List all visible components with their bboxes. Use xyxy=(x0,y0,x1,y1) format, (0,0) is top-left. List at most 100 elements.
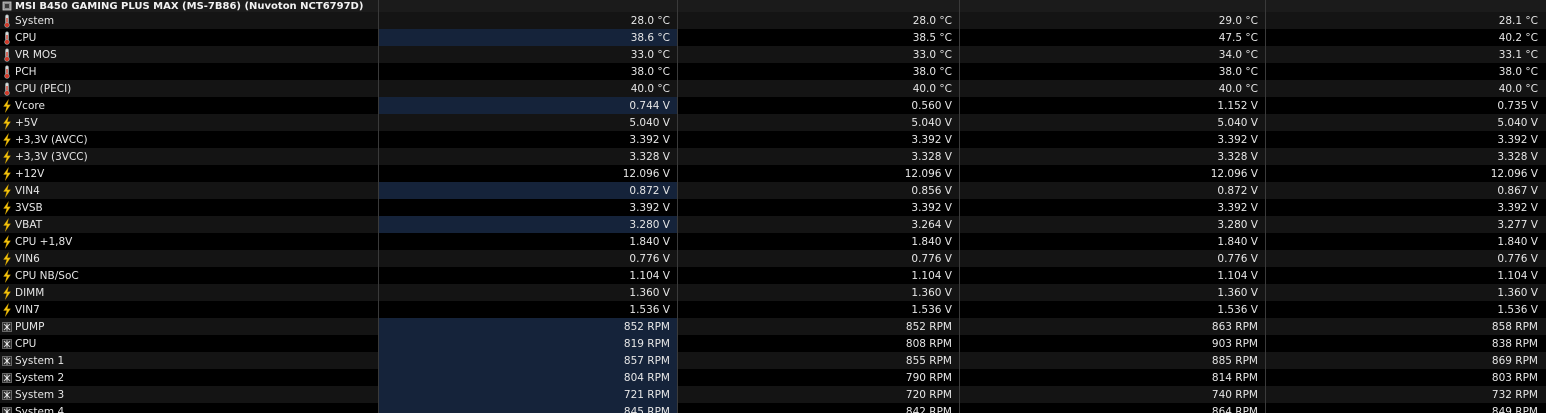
value-current: 852 RPM xyxy=(379,318,678,335)
sensor-name-cell: 3VSB xyxy=(0,199,379,216)
sensor-name-cell: DIMM xyxy=(0,284,379,301)
sensor-row[interactable]: CPU NB/SoC 1.104 V 1.104 V 1.104 V 1.104 V xyxy=(0,267,1546,284)
value-average: 732 RPM xyxy=(1491,388,1538,401)
value-maximum: 863 RPM xyxy=(960,318,1266,335)
value-minimum: 3.392 V xyxy=(678,131,960,148)
sensor-row[interactable]: VIN7 1.536 V 1.536 V 1.536 V 1.536 V xyxy=(0,301,1546,318)
sensor-row[interactable]: System 3 721 RPM 720 RPM 740 RPM 732 RPM xyxy=(0,386,1546,403)
sensor-row[interactable]: Vcore 0.744 V 0.560 V 1.152 V 0.735 V xyxy=(0,97,1546,114)
value-current: 1.840 V xyxy=(379,233,678,250)
sensor-label: VIN4 xyxy=(15,184,40,197)
lightning-icon xyxy=(2,166,12,181)
value-minimum: 0.856 V xyxy=(678,182,960,199)
sensor-row[interactable]: CPU 38.6 °C 38.5 °C 47.5 °C 40.2 °C xyxy=(0,29,1546,46)
value-maximum: 3.392 V xyxy=(960,199,1266,216)
fan-icon xyxy=(2,320,12,334)
value-maximum: 34.0 °C xyxy=(960,46,1266,63)
value-current: 3.280 V xyxy=(379,216,678,233)
value-maximum: 903 RPM xyxy=(960,335,1266,352)
value-minimum: 1.104 V xyxy=(678,267,960,284)
sensor-name-cell: CPU (PECI) xyxy=(0,80,379,97)
value-average: 0.735 V xyxy=(1497,99,1538,112)
sensor-name-cell: System xyxy=(0,12,379,29)
thermometer-icon xyxy=(2,14,12,28)
value-current: 845 RPM xyxy=(379,403,678,413)
value-maximum: 1.152 V xyxy=(960,97,1266,114)
sensor-row[interactable]: +3,3V (3VCC) 3.328 V 3.328 V 3.328 V 3.328 V xyxy=(0,148,1546,165)
thermometer-icon xyxy=(2,65,12,79)
sensor-row[interactable]: VBAT 3.280 V 3.264 V 3.280 V 3.277 V xyxy=(0,216,1546,233)
value-maximum: 5.040 V xyxy=(960,114,1266,131)
sensor-table: MSI B450 GAMING PLUS MAX (MS-7B86) (Nuvo… xyxy=(0,0,1546,413)
sensor-label: CPU NB/SoC xyxy=(15,269,79,282)
value-minimum: 1.840 V xyxy=(678,233,960,250)
sensor-row[interactable]: 3VSB 3.392 V 3.392 V 3.392 V 3.392 V xyxy=(0,199,1546,216)
sensor-row[interactable]: VIN4 0.872 V 0.856 V 0.872 V 0.867 V xyxy=(0,182,1546,199)
sensor-row[interactable]: CPU (PECI) 40.0 °C 40.0 °C 40.0 °C 40.0 °C xyxy=(0,80,1546,97)
lightning-icon xyxy=(2,217,12,232)
sensor-name-cell: VIN6 xyxy=(0,250,379,267)
sensor-row[interactable]: CPU 819 RPM 808 RPM 903 RPM 838 RPM xyxy=(0,335,1546,352)
chip-icon xyxy=(2,1,12,11)
sensor-name-cell: CPU NB/SoC xyxy=(0,267,379,284)
lightning-icon xyxy=(2,268,12,283)
value-current: 0.744 V xyxy=(379,97,678,114)
sensor-name-cell: +3,3V (3VCC) xyxy=(0,148,379,165)
sensor-name-cell: System 1 xyxy=(0,352,379,369)
value-maximum: 3.392 V xyxy=(960,131,1266,148)
value-minimum: 842 RPM xyxy=(678,403,960,413)
sensor-row[interactable]: +3,3V (AVCC) 3.392 V 3.392 V 3.392 V 3.392 V xyxy=(0,131,1546,148)
sensor-name-cell: VIN4 xyxy=(0,182,379,199)
value-average: 40.0 °C xyxy=(1498,82,1538,95)
device-header-row[interactable]: MSI B450 GAMING PLUS MAX (MS-7B86) (Nuvo… xyxy=(0,0,1546,12)
lightning-icon xyxy=(2,285,12,300)
sensor-row[interactable]: DIMM 1.360 V 1.360 V 1.360 V 1.360 V xyxy=(0,284,1546,301)
sensor-row[interactable]: System 28.0 °C 28.0 °C 29.0 °C 28.1 °C xyxy=(0,12,1546,29)
sensor-name-cell: VIN7 xyxy=(0,301,379,318)
value-current: 0.872 V xyxy=(379,182,678,199)
lightning-icon xyxy=(2,98,12,113)
sensor-label: 3VSB xyxy=(15,201,43,214)
header-col-4 xyxy=(1266,0,1546,12)
sensor-row[interactable]: +12V 12.096 V 12.096 V 12.096 V 12.096 V xyxy=(0,165,1546,182)
sensor-row[interactable]: PUMP 852 RPM 852 RPM 863 RPM 858 RPM xyxy=(0,318,1546,335)
sensor-row[interactable]: VIN6 0.776 V 0.776 V 0.776 V 0.776 V xyxy=(0,250,1546,267)
value-current: 3.328 V xyxy=(379,148,678,165)
sensor-name-cell: System 3 xyxy=(0,386,379,403)
value-maximum: 38.0 °C xyxy=(960,63,1266,80)
sensor-row[interactable]: System 4 845 RPM 842 RPM 864 RPM 849 RPM xyxy=(0,403,1546,413)
value-current: 1.360 V xyxy=(379,284,678,301)
sensor-row[interactable]: System 1 857 RPM 855 RPM 885 RPM 869 RPM xyxy=(0,352,1546,369)
sensor-row[interactable]: CPU +1,8V 1.840 V 1.840 V 1.840 V 1.840 V xyxy=(0,233,1546,250)
value-minimum: 3.328 V xyxy=(678,148,960,165)
thermometer-icon xyxy=(2,31,12,45)
lightning-icon xyxy=(2,115,12,130)
sensor-label: +5V xyxy=(15,116,38,129)
value-average: 12.096 V xyxy=(1490,167,1538,180)
value-maximum: 1.360 V xyxy=(960,284,1266,301)
sensor-label: VIN7 xyxy=(15,303,40,316)
value-minimum: 1.360 V xyxy=(678,284,960,301)
value-minimum: 3.392 V xyxy=(678,199,960,216)
value-current: 33.0 °C xyxy=(379,46,678,63)
value-average: 5.040 V xyxy=(1497,116,1538,129)
value-minimum: 38.0 °C xyxy=(678,63,960,80)
value-average: 849 RPM xyxy=(1491,405,1538,413)
sensor-name-cell: +5V xyxy=(0,114,379,131)
thermometer-icon xyxy=(2,48,12,62)
sensor-label: +12V xyxy=(15,167,45,180)
sensor-label: Vcore xyxy=(15,99,45,112)
sensor-row[interactable]: PCH 38.0 °C 38.0 °C 38.0 °C 38.0 °C xyxy=(0,63,1546,80)
sensor-row[interactable]: +5V 5.040 V 5.040 V 5.040 V 5.040 V xyxy=(0,114,1546,131)
lightning-icon xyxy=(2,234,12,249)
value-minimum: 1.536 V xyxy=(678,301,960,318)
value-minimum: 790 RPM xyxy=(678,369,960,386)
value-maximum: 814 RPM xyxy=(960,369,1266,386)
sensor-row[interactable]: VR MOS 33.0 °C 33.0 °C 34.0 °C 33.1 °C xyxy=(0,46,1546,63)
sensor-label: DIMM xyxy=(15,286,45,299)
device-title: MSI B450 GAMING PLUS MAX (MS-7B86) (Nuvo… xyxy=(15,0,364,12)
lightning-icon xyxy=(2,183,12,198)
sensor-name-cell: PCH xyxy=(0,63,379,80)
sensor-row[interactable]: System 2 804 RPM 790 RPM 814 RPM 803 RPM xyxy=(0,369,1546,386)
sensor-label: System 2 xyxy=(15,371,65,384)
